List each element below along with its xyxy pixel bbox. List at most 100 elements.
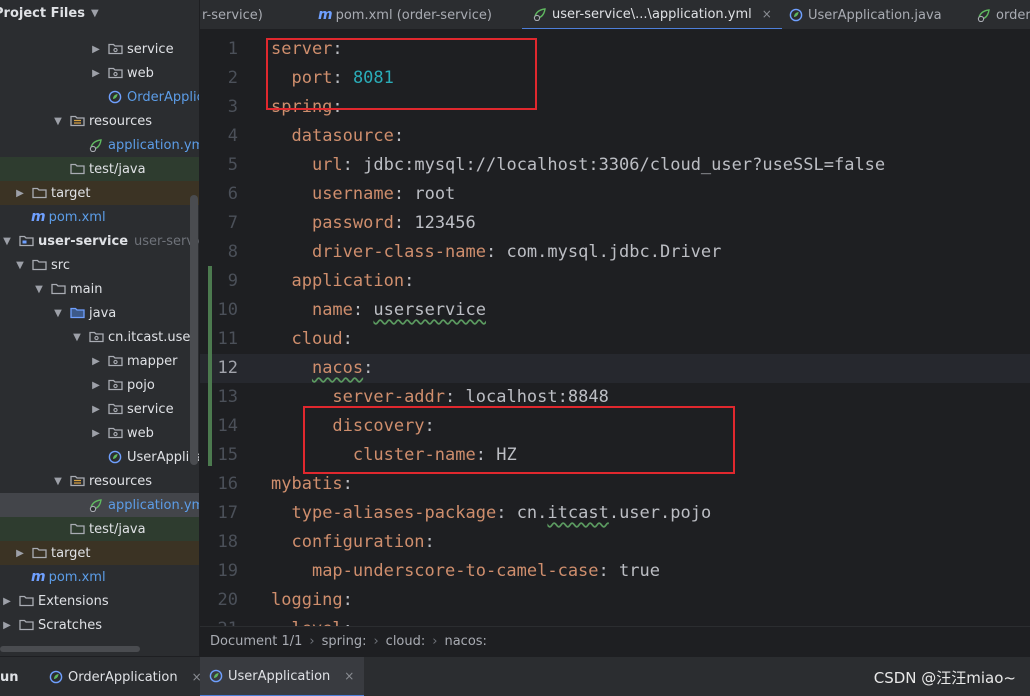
tree-item[interactable]: ▼ java (0, 301, 199, 325)
breadcrumb-item[interactable]: Document 1/1 (210, 634, 302, 649)
code-line[interactable]: 5 url: jdbc:mysql://localhost:3306/cloud… (200, 151, 1030, 180)
tree-item[interactable]: ▶test/java (0, 157, 199, 181)
project-vertical-scrollbar[interactable] (190, 195, 198, 465)
code-line[interactable]: 6 username: root (200, 180, 1030, 209)
chevron-down-icon[interactable]: ▼ (70, 332, 84, 343)
code-editor[interactable]: 1 server: 2 port: 8081 3 spring: 4 datasource… (200, 30, 1030, 626)
line-number[interactable]: 16 (200, 470, 238, 499)
code-line[interactable]: 10 name: userservice (200, 296, 1030, 325)
tree-item[interactable]: ▶ web (0, 61, 199, 85)
tree-item[interactable]: ▶ target (0, 181, 199, 205)
chevron-down-icon[interactable]: ▼ (91, 8, 99, 19)
tree-item[interactable]: ▼ main (0, 277, 199, 301)
line-number[interactable]: 5 (200, 151, 238, 180)
run-tool-window-title[interactable]: un (0, 657, 19, 696)
vcs-change-marker[interactable] (208, 266, 212, 466)
breadcrumb-item[interactable]: nacos: (444, 634, 486, 649)
project-horizontal-scrollbar[interactable] (0, 646, 140, 652)
chevron-right-icon[interactable]: ▶ (13, 188, 27, 199)
code-line[interactable]: 9 application: (200, 267, 1030, 296)
line-number[interactable]: 7 (200, 209, 238, 238)
chevron-right-icon[interactable]: ▶ (89, 404, 103, 415)
chevron-right-icon[interactable]: ▶ (89, 44, 103, 55)
tree-item[interactable]: ▶test/java (0, 517, 199, 541)
yaml-entry: mybatis: (271, 474, 353, 494)
chevron-down-icon[interactable]: ▼ (51, 116, 65, 127)
tree-item[interactable]: ▶ Extensions (0, 589, 199, 613)
tree-item[interactable]: ▼user-serviceuser-service (0, 229, 199, 253)
line-number[interactable]: 4 (200, 122, 238, 151)
editor-tab[interactable]: order- (966, 0, 1030, 29)
breadcrumb-item[interactable]: spring: (322, 634, 367, 649)
code-line[interactable]: 7 password: 123456 (200, 209, 1030, 238)
tree-item[interactable]: ▶mpom.xml (0, 565, 199, 589)
editor-tab[interactable]: r-service) (200, 0, 273, 29)
chevron-right-icon[interactable]: ▶ (0, 620, 14, 631)
line-number[interactable]: 19 (200, 557, 238, 586)
tree-item[interactable]: ▶ web (0, 421, 199, 445)
line-number[interactable]: 2 (200, 64, 238, 93)
line-number[interactable]: 20 (200, 586, 238, 615)
line-number[interactable]: 11 (200, 325, 238, 354)
code-line[interactable]: 4 datasource: (200, 122, 1030, 151)
line-number[interactable]: 10 (200, 296, 238, 325)
line-number[interactable]: 18 (200, 528, 238, 557)
code-line[interactable]: 12 nacos: (200, 354, 1030, 383)
chevron-right-icon[interactable]: ▶ (89, 428, 103, 439)
run-config-tab[interactable]: OrderApplication × (40, 657, 212, 696)
editor-tab[interactable]: m pom.xml (order-service) (308, 0, 502, 29)
chevron-right-icon[interactable]: ▶ (89, 68, 103, 79)
chevron-right-icon[interactable]: ▶ (13, 548, 27, 559)
tree-item[interactable]: ▶mpom.xml (0, 205, 199, 229)
editor-tab[interactable]: user-service\...\application.yml × (522, 0, 782, 29)
tree-item[interactable]: ▼ resources (0, 469, 199, 493)
line-number[interactable]: 21 (200, 615, 238, 626)
close-tab-icon[interactable]: × (762, 7, 772, 21)
tree-item[interactable]: ▼ cn.itcast.user (0, 325, 199, 349)
tree-item[interactable]: ▶ pojo (0, 373, 199, 397)
project-view-selector[interactable]: Project Files ▼ (0, 0, 199, 26)
close-tab-icon[interactable]: × (344, 669, 354, 683)
line-number[interactable]: 13 (200, 383, 238, 412)
line-number[interactable]: 15 (200, 441, 238, 470)
code-line[interactable]: 17 type-aliases-package: cn.itcast.user.… (200, 499, 1030, 528)
tree-item[interactable]: ▼ resources (0, 109, 199, 133)
line-number[interactable]: 17 (200, 499, 238, 528)
tree-item[interactable]: ▶OrderApplication (0, 85, 199, 109)
chevron-right-icon[interactable]: ▶ (89, 356, 103, 367)
chevron-right-icon[interactable]: ▶ (89, 380, 103, 391)
chevron-down-icon[interactable]: ▼ (51, 308, 65, 319)
code-line[interactable]: 20 logging: (200, 586, 1030, 615)
tree-item[interactable]: ▶ service (0, 37, 199, 61)
line-number[interactable]: 3 (200, 93, 238, 122)
tree-item[interactable]: ▶ target (0, 541, 199, 565)
tree-item[interactable]: ▶application.yml (0, 493, 199, 517)
code-line[interactable]: 16 mybatis: (200, 470, 1030, 499)
chevron-right-icon[interactable]: ▶ (0, 596, 14, 607)
chevron-down-icon[interactable]: ▼ (13, 260, 27, 271)
line-number[interactable]: 12 (200, 354, 238, 383)
chevron-down-icon[interactable]: ▼ (0, 236, 14, 247)
tree-item[interactable]: ▶UserApplication (0, 445, 199, 469)
tree-item[interactable]: ▶application.yml (0, 133, 199, 157)
tree-item[interactable]: ▶ mapper (0, 349, 199, 373)
line-number[interactable]: 1 (200, 35, 238, 64)
editor-tab[interactable]: UserApplication.java (778, 0, 952, 29)
line-number[interactable]: 8 (200, 238, 238, 267)
run-config-tab[interactable]: UserApplication × (200, 657, 365, 696)
tree-item[interactable]: ▼ src (0, 253, 199, 277)
editor-tab-label: pom.xml (order-service) (335, 7, 492, 23)
tree-item[interactable]: ▶ service (0, 397, 199, 421)
line-number[interactable]: 9 (200, 267, 238, 296)
tree-item[interactable]: ▶ Scratches (0, 613, 199, 637)
line-number[interactable]: 6 (200, 180, 238, 209)
code-line[interactable]: 18 configuration: (200, 528, 1030, 557)
line-number[interactable]: 14 (200, 412, 238, 441)
chevron-down-icon[interactable]: ▼ (32, 284, 46, 295)
chevron-down-icon[interactable]: ▼ (51, 476, 65, 487)
breadcrumb-item[interactable]: cloud: (386, 634, 426, 649)
code-line[interactable]: 21 level: (200, 615, 1030, 626)
code-line[interactable]: 19 map-underscore-to-camel-case: true (200, 557, 1030, 586)
code-line[interactable]: 11 cloud: (200, 325, 1030, 354)
code-line[interactable]: 8 driver-class-name: com.mysql.jdbc.Driv… (200, 238, 1030, 267)
